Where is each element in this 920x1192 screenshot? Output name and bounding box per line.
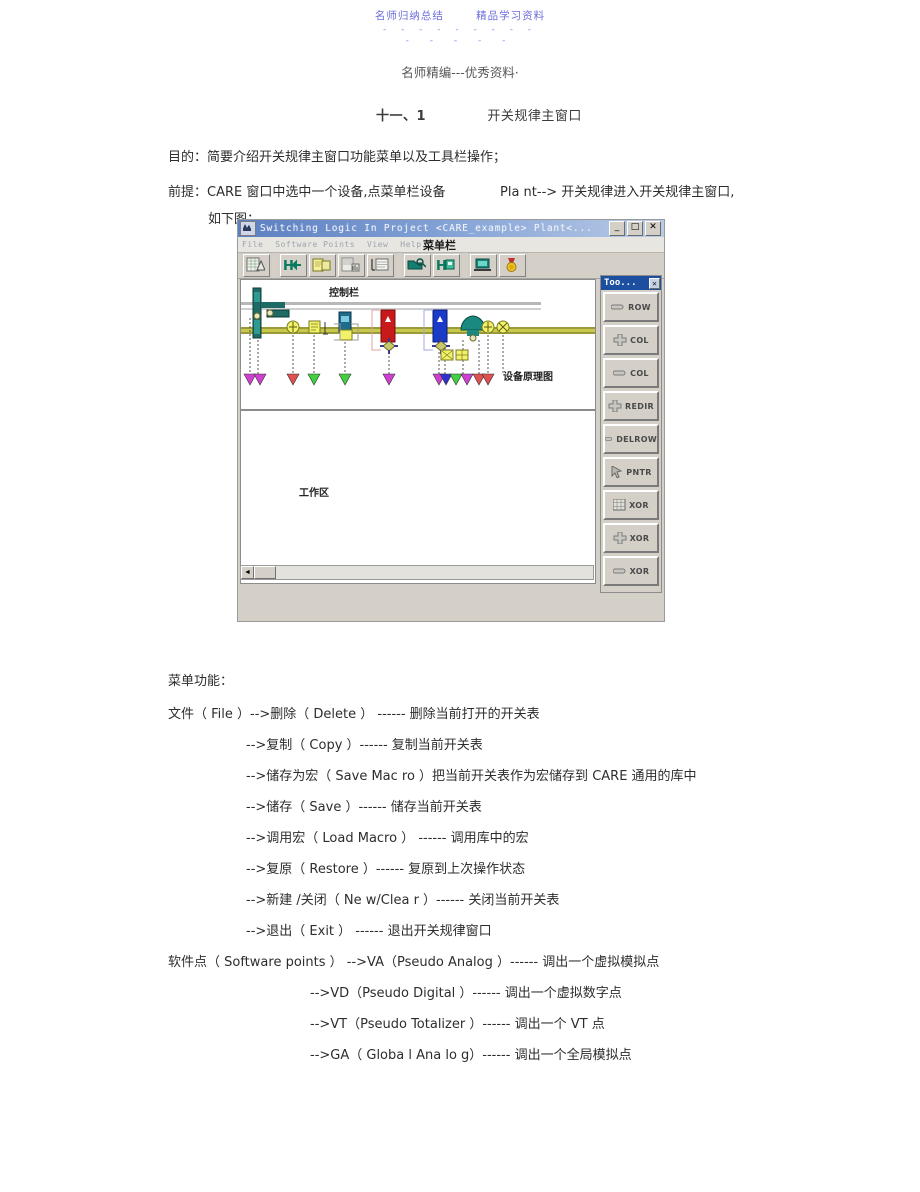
fn-line-0: 文件（ File ）-->删除（ Delete ） ------ 删除当前打开的… bbox=[168, 707, 540, 722]
palette-button-col-add[interactable]: COL bbox=[603, 325, 659, 355]
fn-line-4: -->调用宏（ Load Macro ） ------ 调用库中的宏 bbox=[246, 831, 529, 846]
control-bar-annotation: 控制栏 bbox=[329, 288, 359, 299]
watermark-dashes-2: - - - - - bbox=[405, 36, 515, 46]
schematic-drawing bbox=[241, 287, 595, 386]
svg-text:H: H bbox=[436, 259, 447, 273]
page-title: 十一、1 开关规律主窗口 bbox=[376, 105, 582, 124]
horizontal-scrollbar[interactable]: ◄ bbox=[240, 565, 594, 580]
fn-line-3: -->储存（ Save ）------ 储存当前开关表 bbox=[246, 800, 482, 815]
plant-note: Pla nt--> 开关规律进入开关规律主窗口, bbox=[500, 185, 735, 200]
close-icon: ✕ bbox=[649, 222, 657, 232]
window-title: Switching Logic In Project <CARE_example… bbox=[260, 223, 593, 234]
palette-titlebar[interactable]: Too... ✕ bbox=[601, 276, 661, 290]
palette-label-7: XOR bbox=[629, 533, 650, 543]
menu-bar-annotation: 菜单栏 bbox=[423, 239, 456, 252]
palette-label-1: COL bbox=[630, 335, 649, 345]
minimize-icon: _ bbox=[614, 222, 620, 232]
menu-bar: File Software Points View Help 菜单栏 bbox=[238, 237, 664, 253]
bar-icon bbox=[612, 568, 626, 574]
section-number: 十一、1 bbox=[376, 109, 427, 124]
monitor-icon[interactable] bbox=[470, 254, 497, 277]
fn-line-2: -->储存为宏（ Save Mac ro ）把当前开关表作为宏储存到 CARE … bbox=[246, 769, 697, 784]
scroll-thumb[interactable] bbox=[254, 566, 276, 579]
watermark: 名师归纳总结 精品学习资料 - - - - - - - - - - - - - … bbox=[0, 8, 920, 46]
palette-button-delrow[interactable]: DELROW bbox=[603, 424, 659, 454]
svg-text:H: H bbox=[283, 259, 294, 273]
fn-line-8: 软件点（ Software points ） -->VA（Pseudo Anal… bbox=[168, 955, 660, 970]
palette-button-xor-bar[interactable]: XOR bbox=[603, 556, 659, 586]
menu-item-file[interactable]: File bbox=[242, 240, 263, 249]
tool-palette: Too... ✕ ROW COL COL REDIR DELROW PNTR X… bbox=[600, 275, 662, 593]
purpose-paragraph: 目的：简要介绍开关规律主窗口功能菜单以及工具栏操作； bbox=[168, 150, 507, 165]
window-titlebar[interactable]: Switching Logic In Project <CARE_example… bbox=[238, 220, 664, 237]
watermark-dashes: - - - - - - - - - bbox=[382, 25, 538, 35]
fn-line-1: -->复制（ Copy ）------ 复制当前开关表 bbox=[246, 738, 483, 753]
note-copy-icon[interactable] bbox=[309, 254, 336, 277]
maximize-icon: □ bbox=[630, 222, 640, 232]
cross-icon bbox=[613, 532, 627, 544]
toolbar-group-3: H bbox=[402, 253, 462, 278]
bar-icon bbox=[611, 304, 624, 310]
switching-logic-window: Switching Logic In Project <CARE_example… bbox=[237, 219, 665, 622]
palette-label-3: REDIR bbox=[625, 401, 654, 411]
palette-button-xor-grid[interactable]: XOR bbox=[603, 490, 659, 520]
grid-icon bbox=[613, 499, 626, 511]
palette-label-5: PNTR bbox=[626, 467, 652, 477]
menu-functions-heading: 菜单功能： bbox=[168, 674, 234, 689]
toolbar-group-4 bbox=[468, 253, 528, 278]
fn-line-10: -->VT（Pseudo Totalizer ）------ 调出一个 VT 点 bbox=[310, 1017, 605, 1032]
palette-button-pntr[interactable]: PNTR bbox=[603, 457, 659, 487]
save-left-icon[interactable]: H bbox=[280, 254, 307, 277]
window-controls: _ □ ✕ bbox=[609, 221, 662, 236]
close-button[interactable]: ✕ bbox=[645, 221, 661, 236]
scroll-left-arrow[interactable]: ◄ bbox=[241, 566, 254, 579]
fn-line-11: -->GA（ Globa l Ana lo g）------ 调出一个全局模拟点 bbox=[310, 1048, 632, 1063]
fn-line-9: -->VD（Pseudo Digital ）------ 调出一个虚拟数字点 bbox=[310, 986, 622, 1001]
watermark-right: 精品学习资料 bbox=[476, 10, 546, 22]
work-area-pane[interactable]: 工作区 bbox=[240, 410, 596, 584]
palette-button-xor-add[interactable]: XOR bbox=[603, 523, 659, 553]
print-preview-icon[interactable] bbox=[338, 254, 365, 277]
medal-icon[interactable] bbox=[499, 254, 526, 277]
watermark-left: 名师归纳总结 bbox=[374, 10, 444, 22]
open-folder-icon[interactable] bbox=[404, 254, 431, 277]
menu-item-help[interactable]: Help bbox=[400, 240, 421, 249]
palette-label-4: DELROW bbox=[616, 434, 657, 444]
cross-icon bbox=[608, 400, 622, 412]
fn-line-7: -->退出（ Exit ） ------ 退出开关规律窗口 bbox=[246, 924, 492, 939]
work-area-annotation: 工作区 bbox=[299, 488, 329, 499]
premise-paragraph: 前提：CARE 窗口中选中一个设备,点菜单栏设备 bbox=[168, 185, 446, 200]
bar-icon bbox=[605, 437, 613, 441]
window-canvas: 控制栏 设备原理图 工作区 工具栏 ◄ Too... ✕ ROW bbox=[238, 275, 664, 599]
palette-title-text: Too... bbox=[604, 278, 637, 288]
device-schematic-annotation: 设备原理图 bbox=[503, 372, 553, 383]
palette-close-icon[interactable]: ✕ bbox=[649, 277, 660, 289]
palette-label-0: ROW bbox=[628, 302, 651, 312]
pointer-icon bbox=[611, 466, 623, 478]
bar-icon bbox=[613, 370, 626, 376]
palette-label-8: XOR bbox=[629, 566, 650, 576]
minimize-button[interactable]: _ bbox=[609, 221, 625, 236]
section-title-text: 开关规律主窗口 bbox=[487, 109, 582, 124]
fn-line-6: -->新建 /关闭（ Ne w/Clea r ）------ 关闭当前开关表 bbox=[246, 893, 560, 908]
palette-label-2: COL bbox=[630, 368, 649, 378]
menu-item-software-points[interactable]: Software Points bbox=[275, 240, 355, 249]
palette-button-row[interactable]: ROW bbox=[603, 292, 659, 322]
palette-button-col[interactable]: COL bbox=[603, 358, 659, 388]
toolbar-group-2: H bbox=[278, 253, 396, 278]
toolbar-group-1 bbox=[241, 253, 272, 278]
document-header: 名师精编---优秀资料· bbox=[401, 65, 519, 80]
palette-buttons: ROW COL COL REDIR DELROW PNTR XOR XOR XO… bbox=[601, 290, 661, 592]
app-icon bbox=[240, 221, 256, 236]
menu-item-view[interactable]: View bbox=[367, 240, 388, 249]
report-icon[interactable] bbox=[367, 254, 394, 277]
palette-label-6: XOR bbox=[629, 500, 649, 510]
device-schematic-pane[interactable]: 控制栏 设备原理图 bbox=[240, 279, 596, 410]
maximize-button[interactable]: □ bbox=[627, 221, 643, 236]
grid-table-icon[interactable] bbox=[243, 254, 270, 277]
palette-button-redir[interactable]: REDIR bbox=[603, 391, 659, 421]
cross-icon bbox=[613, 334, 627, 346]
fn-line-5: -->复原（ Restore ）------ 复原到上次操作状态 bbox=[246, 862, 526, 877]
save-right-icon[interactable]: H bbox=[433, 254, 460, 277]
